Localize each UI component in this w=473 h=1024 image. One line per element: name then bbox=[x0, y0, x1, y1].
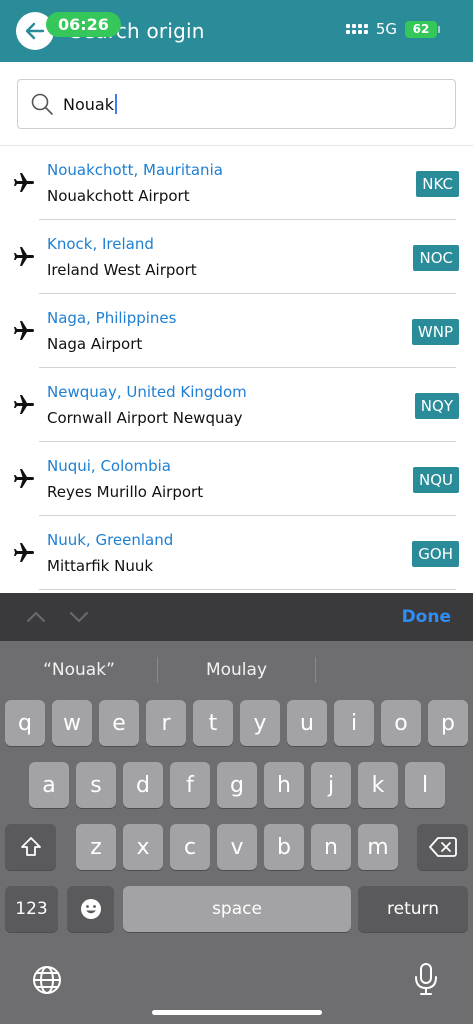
microphone-icon[interactable] bbox=[412, 962, 440, 996]
letter-key[interactable]: m bbox=[358, 824, 398, 870]
battery-level: 62 bbox=[412, 21, 430, 36]
result-city: Nuqui, Colombia bbox=[47, 457, 171, 475]
result-city: Knock, Ireland bbox=[47, 235, 154, 253]
result-item[interactable]: Nouakchott, Mauritania Nouakchott Airport… bbox=[0, 146, 473, 220]
result-airport: Naga Airport bbox=[47, 335, 143, 353]
arrow-left-icon bbox=[25, 22, 45, 40]
letter-key[interactable]: r bbox=[146, 700, 186, 746]
return-key[interactable]: return bbox=[358, 886, 468, 932]
chevron-up-icon[interactable] bbox=[26, 607, 46, 627]
airport-code-badge: NOC bbox=[413, 245, 459, 271]
letter-key[interactable]: u bbox=[287, 700, 327, 746]
airplane-icon bbox=[12, 319, 36, 343]
result-city: Nouakchott, Mauritania bbox=[47, 161, 223, 179]
letter-key[interactable]: x bbox=[123, 824, 163, 870]
network-type: 5G bbox=[375, 20, 397, 38]
letter-key[interactable]: f bbox=[170, 762, 210, 808]
result-item[interactable]: Nuqui, Colombia Reyes Murillo Airport NQU bbox=[0, 442, 473, 516]
shift-icon bbox=[20, 837, 41, 856]
letter-key[interactable]: n bbox=[311, 824, 351, 870]
emoji-icon bbox=[80, 899, 101, 919]
results-list: Nouakchott, Mauritania Nouakchott Airport… bbox=[0, 146, 473, 590]
backspace-icon bbox=[428, 837, 457, 857]
result-item[interactable]: Knock, Ireland Ireland West Airport NOC bbox=[0, 220, 473, 294]
result-airport: Ireland West Airport bbox=[47, 261, 197, 279]
airplane-icon bbox=[12, 245, 36, 269]
search-icon bbox=[31, 93, 53, 115]
letter-key[interactable]: i bbox=[334, 700, 374, 746]
app-header: Search origin 06:26 5G 62 bbox=[0, 0, 473, 62]
letter-key[interactable]: d bbox=[123, 762, 163, 808]
airplane-icon bbox=[12, 541, 36, 565]
result-airport: Nouakchott Airport bbox=[47, 187, 190, 205]
letter-key[interactable]: g bbox=[217, 762, 257, 808]
letter-key[interactable]: s bbox=[76, 762, 116, 808]
airport-code-badge: NQY bbox=[414, 393, 459, 419]
airport-code-badge: GOH bbox=[412, 541, 459, 567]
chevron-down-icon[interactable] bbox=[69, 607, 89, 627]
result-airport: Mittarfik Nuuk bbox=[47, 557, 154, 575]
letter-key[interactable]: e bbox=[99, 700, 139, 746]
airport-code-badge: NKC bbox=[416, 171, 459, 197]
letter-key[interactable]: q bbox=[5, 700, 45, 746]
result-item[interactable]: Nuuk, Greenland Mittarfik Nuuk GOH bbox=[0, 516, 473, 590]
letter-key[interactable]: c bbox=[170, 824, 210, 870]
letter-key[interactable]: k bbox=[358, 762, 398, 808]
result-airport: Cornwall Airport Newquay bbox=[47, 409, 243, 427]
letter-key[interactable]: z bbox=[76, 824, 116, 870]
airport-code-badge: WNP bbox=[411, 319, 459, 345]
status-time: 06:26 bbox=[46, 12, 121, 37]
letter-key[interactable]: l bbox=[405, 762, 445, 808]
battery-icon: 62 bbox=[405, 20, 440, 38]
letter-key[interactable]: t bbox=[193, 700, 233, 746]
globe-icon[interactable] bbox=[31, 964, 63, 996]
backspace-key[interactable] bbox=[417, 824, 468, 870]
letter-key[interactable]: a bbox=[29, 762, 69, 808]
airplane-icon bbox=[12, 393, 36, 417]
done-button[interactable]: Done bbox=[402, 607, 451, 627]
suggestion-item[interactable]: “Nouak” bbox=[0, 660, 158, 680]
letter-key[interactable]: y bbox=[240, 700, 280, 746]
space-key[interactable]: space bbox=[123, 886, 351, 932]
signal-icon bbox=[345, 24, 368, 34]
search-bar: Nouak bbox=[0, 62, 473, 146]
text-caret bbox=[114, 94, 117, 114]
suggestion-divider bbox=[315, 657, 316, 683]
emoji-key[interactable] bbox=[67, 886, 114, 932]
result-item[interactable]: Newquay, United Kingdom Cornwall Airport … bbox=[0, 368, 473, 442]
letter-key[interactable]: o bbox=[381, 700, 421, 746]
numbers-key[interactable]: 123 bbox=[5, 886, 58, 932]
keyboard: “Nouak” Moulay 123 space return q w e r … bbox=[0, 641, 473, 1024]
letter-key[interactable]: h bbox=[264, 762, 304, 808]
airport-code-badge: NQU bbox=[412, 467, 459, 493]
shift-key[interactable] bbox=[5, 824, 56, 870]
home-indicator bbox=[152, 1010, 322, 1015]
airplane-icon bbox=[12, 467, 36, 491]
result-item[interactable]: Naga, Philippines Naga Airport WNP bbox=[0, 294, 473, 368]
suggestion-item[interactable]: Moulay bbox=[158, 660, 315, 680]
letter-key[interactable]: j bbox=[311, 762, 351, 808]
status-indicators: 5G 62 bbox=[345, 20, 440, 38]
letter-key[interactable]: w bbox=[52, 700, 92, 746]
row-divider bbox=[39, 589, 456, 590]
letter-key[interactable]: p bbox=[428, 700, 468, 746]
keyboard-toolbar: Done bbox=[0, 593, 473, 641]
letter-key[interactable]: v bbox=[217, 824, 257, 870]
search-value: Nouak bbox=[63, 94, 114, 114]
airplane-icon bbox=[12, 171, 36, 195]
result-city: Naga, Philippines bbox=[47, 309, 177, 327]
result-city: Nuuk, Greenland bbox=[47, 531, 174, 549]
suggestion-bar: “Nouak” Moulay bbox=[0, 641, 473, 699]
letter-key[interactable]: b bbox=[264, 824, 304, 870]
result-city: Newquay, United Kingdom bbox=[47, 383, 247, 401]
search-input[interactable]: Nouak bbox=[17, 79, 456, 129]
result-airport: Reyes Murillo Airport bbox=[47, 483, 204, 501]
